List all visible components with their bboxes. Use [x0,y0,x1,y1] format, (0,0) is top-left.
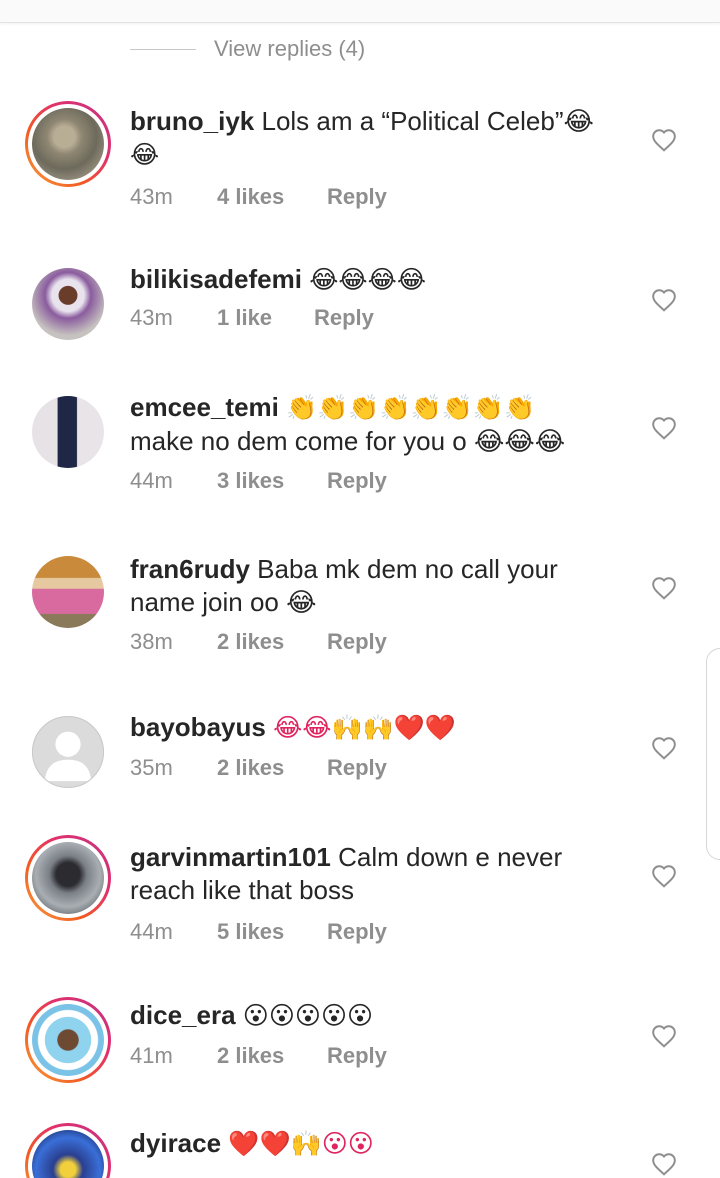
comment-text: 👏👏👏👏👏👏👏👏 [286,394,536,422]
like-heart-icon[interactable] [651,288,677,312]
comment-time: 44m [130,919,173,944]
story-ring [25,997,111,1083]
comment-time: 35m [130,755,173,780]
user-photo-icon [32,1004,104,1076]
view-replies-label: View replies (4) [214,36,366,61]
reply-button[interactable]: Reply [327,468,387,494]
reply-button[interactable]: Reply [327,184,387,210]
likes-count[interactable]: 3 likes [217,468,327,494]
comment-time: 41m [130,1043,173,1068]
avatar[interactable] [24,708,112,796]
comment-text-continued: 😂 [130,141,160,169]
likes-count[interactable]: 2 likes [217,755,327,781]
reply-button[interactable]: Reply [327,919,387,945]
avatar[interactable] [24,548,112,636]
like-heart-icon[interactable] [651,736,677,760]
comment-text-continued: make no dem come for you o 😂😂😂 [130,426,566,456]
comment-item: dyirace ❤️❤️🙌😮😮 [0,1122,720,1178]
comment-time: 43m [130,305,173,330]
comment-time: 44m [130,468,173,493]
default-avatar-icon [32,716,104,788]
story-ring [25,101,111,187]
like-heart-icon[interactable] [651,1024,677,1048]
comment-text: 😂😂😂😂 [309,266,427,294]
comment-time: 38m [130,629,173,654]
user-photo-icon [32,268,104,340]
user-photo-icon [32,842,104,914]
edge-pull-tab[interactable] [706,648,720,860]
avatar[interactable] [24,996,112,1084]
user-photo-icon [32,396,104,468]
likes-count[interactable]: 5 likes [217,919,327,945]
comment-text: 😮😮😮😮😮 [242,1002,374,1030]
like-heart-icon[interactable] [651,1152,677,1176]
reply-button[interactable]: Reply [327,755,387,781]
comment-text: Baba mk dem no call your [257,554,558,584]
comment-time: 43m [130,184,173,209]
comment-username[interactable]: emcee_temi [130,392,279,422]
reply-button[interactable]: Reply [314,305,374,331]
comment-text: 😂😂🙌🙌❤️❤️ [273,714,456,742]
comment-username[interactable]: dice_era [130,1000,236,1030]
likes-count[interactable]: 1 like [217,305,314,331]
like-heart-icon[interactable] [651,864,677,888]
comment-text-continued: reach like that boss [130,875,355,905]
comment-username[interactable]: bilikisadefemi [130,264,302,294]
story-ring [25,1123,111,1178]
comment-username[interactable]: dyirace [130,1128,221,1158]
story-ring [25,835,111,921]
like-heart-icon[interactable] [651,416,677,440]
avatar[interactable] [24,260,112,348]
reply-button[interactable]: Reply [327,1043,387,1069]
likes-count[interactable]: 2 likes [217,629,327,655]
comment-username[interactable]: bruno_iyk [130,106,254,136]
top-bar [0,0,720,23]
user-photo-icon [32,556,104,628]
comment-username[interactable]: garvinmartin101 [130,842,331,872]
avatar[interactable] [24,1122,112,1178]
comment-username[interactable]: bayobayus [130,712,266,742]
likes-count[interactable]: 4 likes [217,184,327,210]
avatar[interactable] [24,388,112,476]
divider-line [130,48,196,50]
like-heart-icon[interactable] [651,576,677,600]
reply-button[interactable]: Reply [327,629,387,655]
comment-username[interactable]: fran6rudy [130,554,250,584]
user-photo-icon [32,1130,104,1178]
likes-count[interactable]: 2 likes [217,1043,327,1069]
comment-text: Calm down e never [338,842,563,872]
comment-text: Lols am a “Political Celeb”😂 [261,106,594,136]
comment-text-continued: name join oo 😂 [130,587,317,617]
comment-text: ❤️❤️🙌😮😮 [228,1130,374,1158]
view-replies-button[interactable]: View replies (4) [130,34,365,64]
avatar[interactable] [24,100,112,188]
avatar[interactable] [24,834,112,922]
like-heart-icon[interactable] [651,128,677,152]
user-photo-icon [32,108,104,180]
